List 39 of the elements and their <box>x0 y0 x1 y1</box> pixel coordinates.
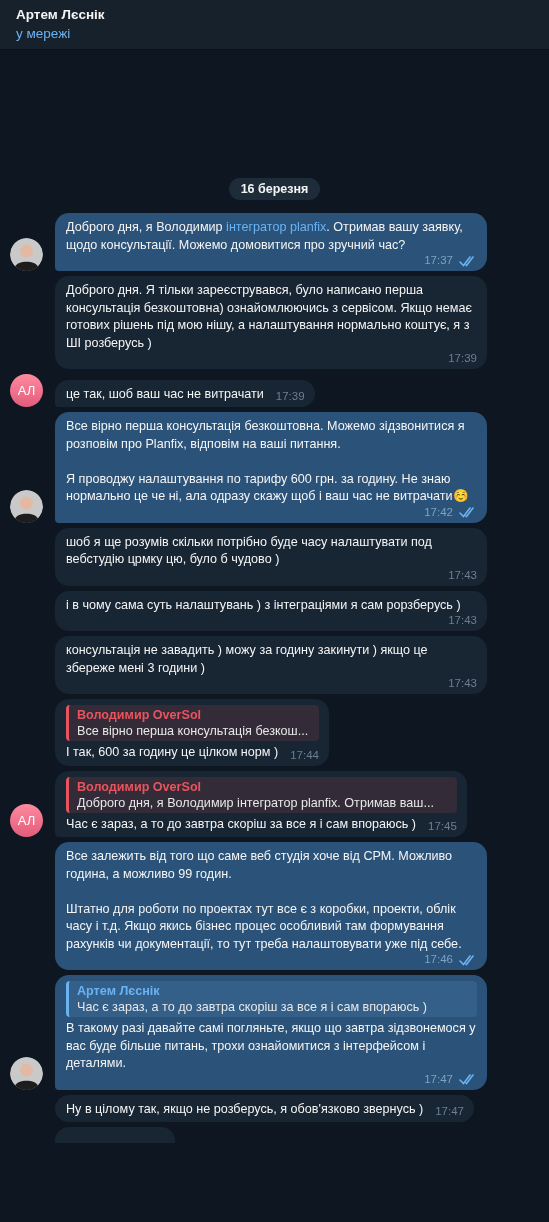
reply-text: Доброго дня, я Володимир інтегратор planfix. Отримав ваш... <box>77 794 435 811</box>
online-status: у мережі <box>16 25 72 43</box>
message-time: 17:43 <box>448 614 477 627</box>
user-avatar[interactable] <box>10 238 43 271</box>
message-text: консультація не завадить ) можу за годину закинути ) якщо це збереже мені 3 години ) <box>66 642 429 677</box>
message-text: Все вірно перша консультація безкоштовна. Можемо зідзвонитися я розповім про Planfix, відповім на ваші питання. Я проводжу налаштування по тарифу 600 грн. за годину. Не знаю нормально це че ні, ала одразу скажу щоб і ваш час не витрачати☺ <box>66 418 470 505</box>
message-text: В такому разі давайте самі погляньте, якщо що завтра зідзвонемося у вас буде більше питань, трохи ознайомитися з інтерфейсом і деталями. <box>66 1020 477 1072</box>
date-badge: 16 березня <box>228 178 321 200</box>
message-time: 17:44 <box>290 748 319 762</box>
message-text: Ну в цілому так, якщо не розберусь, я обов'язково звернусь ) <box>66 1100 424 1118</box>
message-time: 17:37 <box>424 254 453 267</box>
reply-quote[interactable]: Володимир OverSol Доброго дня, я Володимир інтегратор planfix. Отримав ваш... <box>66 776 457 813</box>
message-time: 17:43 <box>448 568 477 582</box>
message-time: 17:43 <box>448 677 477 690</box>
reply-text: Час є зараз, а то до завтра скоріш за все я і сам впораюсь ) <box>77 999 429 1015</box>
message-time: 17:42 <box>424 505 453 519</box>
message-time: 17:39 <box>448 352 477 365</box>
message-text: Все залежить від того що саме веб студія хоче від СРМ. Можливо година, а можливо 99 годин. Штатно для роботи по проектах тут все є з коробки, проекти, облік часу і т.д. Якщо якись бізнес процес особливий там формування рахунків чи документації, то тут треба налаштовувати уже під себе. <box>66 848 463 953</box>
message-text: І так, 600 за годину це цілком норм ) <box>66 744 279 761</box>
reply-quote[interactable]: Артем Лєснік Час є зараз, а то до завтра скоріш за все я і сам впораюсь ) <box>66 981 477 1017</box>
reply-author: Володимир OverSol <box>77 707 203 723</box>
user-avatar[interactable] <box>10 1056 43 1090</box>
message-time: 17:45 <box>428 820 457 833</box>
message-text: Доброго дня, я Володимир інтегратор planfix. Отримав вашу заявку, щодо консультації. Можемо домовитися про зручний час? <box>66 219 464 254</box>
contact-name: Артем Лєснік <box>16 6 106 24</box>
message-text: Доброго дня. Я тільки зареєструвався, було написано перша консультація безкоштовна) ознайомлюючись з сервісом. Якщо немає готових рішень під мою нішу, а налаштування нормально коштує, я з ШІ розберусь ) <box>66 282 473 352</box>
reply-quote[interactable]: Володимир OverSol Все вірно перша консультація безкош... <box>66 705 319 741</box>
message-time: 17:39 <box>275 390 305 403</box>
reply-text: Все вірно перша консультація безкош... <box>77 723 310 739</box>
message-text: і в чому сама суть налаштувань ) з інтеграціями я сам рорзберусь ) <box>66 596 462 614</box>
reply-author: Артем Лєснік <box>77 983 161 999</box>
user-avatar[interactable] <box>10 489 43 523</box>
message-time: 17:47 <box>435 1105 464 1118</box>
message-text: Час є зараз, а то до завтра скоріш за все я і сам впораюсь ) <box>66 815 417 833</box>
message-text: шоб я ще розумів скільки потрібно буде часу налаштувати под вебстудію црмку цю, було б чудово ) <box>66 533 433 568</box>
message-time: 17:47 <box>424 1072 453 1086</box>
message-time: 17:46 <box>424 953 453 966</box>
reply-author: Володимир OverSol <box>77 778 203 795</box>
message-text: це так, шоб ваш час не витрачати <box>66 385 264 403</box>
